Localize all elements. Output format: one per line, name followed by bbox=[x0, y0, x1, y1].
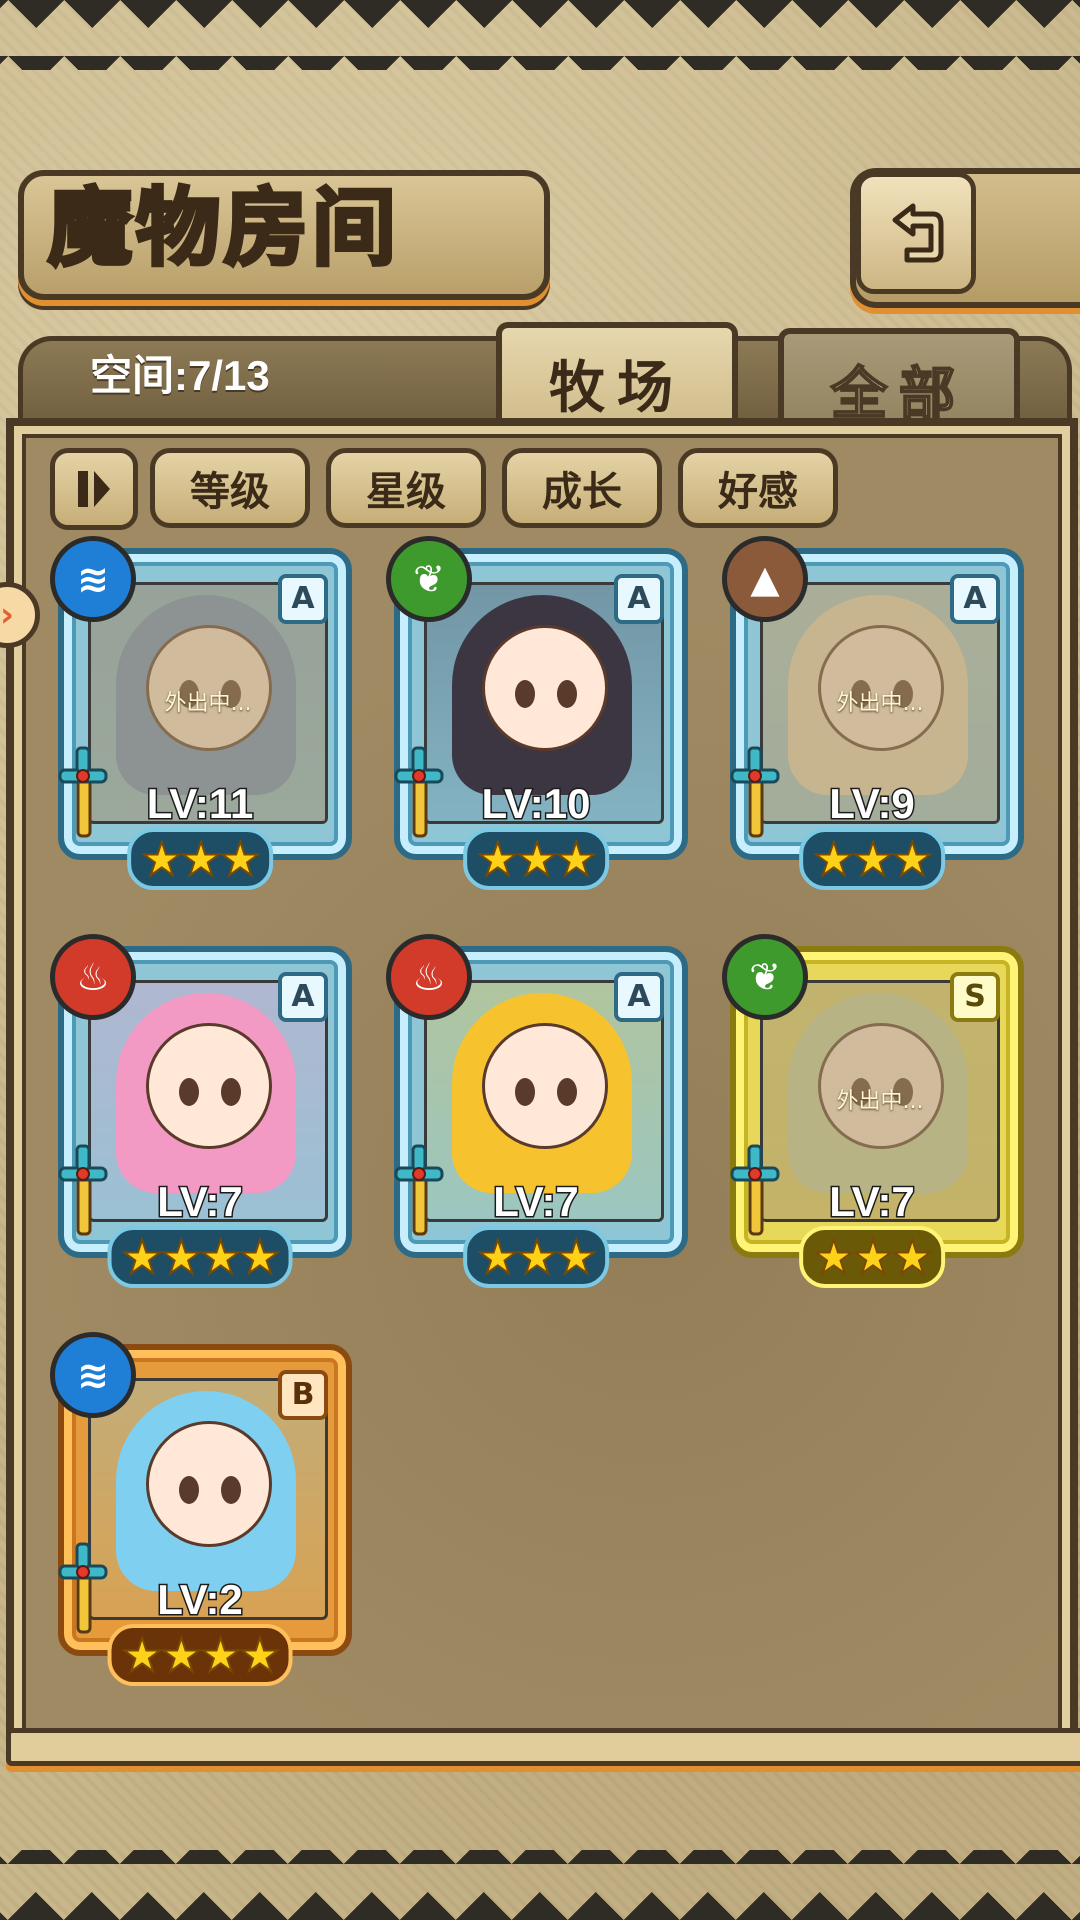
water-wave-icon: ≋ bbox=[50, 1332, 136, 1418]
mountain-icon: ▲ bbox=[722, 536, 808, 622]
leaf-icon: ❦ bbox=[386, 536, 472, 622]
rank-badge: A bbox=[278, 972, 328, 1022]
sort-order-toggle[interactable] bbox=[50, 448, 138, 530]
bottom-zigzag-border bbox=[0, 1850, 1080, 1920]
monster-card[interactable]: 外出中... S ❦ LV:7 ★★★ bbox=[722, 934, 1024, 1288]
rank-badge: B bbox=[278, 1370, 328, 1420]
storage-capacity: 空间:7/13 bbox=[90, 352, 270, 399]
away-status: 外出中... bbox=[836, 1089, 924, 1114]
monster-level: LV:10 bbox=[480, 779, 592, 829]
monster-level: LV:7 bbox=[828, 1177, 917, 1227]
rank-badge: A bbox=[614, 972, 664, 1022]
away-status: 外出中... bbox=[836, 691, 924, 716]
star-rating: ★★★ bbox=[463, 1226, 609, 1288]
monster-card[interactable]: B ≋ LV:2 ★★★★ bbox=[50, 1332, 352, 1686]
back-button[interactable] bbox=[856, 172, 976, 294]
filter-level-button[interactable]: 等级 bbox=[150, 448, 310, 528]
pause-bars-icon bbox=[78, 471, 110, 507]
panel-bottom-bar bbox=[6, 1728, 1080, 1766]
star-rating: ★★★ bbox=[127, 828, 273, 890]
rank-badge: A bbox=[950, 574, 1000, 624]
rank-badge: S bbox=[950, 972, 1000, 1022]
monster-card[interactable]: A ♨ LV:7 ★★★ bbox=[386, 934, 688, 1288]
rank-badge: A bbox=[614, 574, 664, 624]
page-title: 魔物房间 bbox=[46, 176, 401, 279]
monster-card[interactable]: A ♨ LV:7 ★★★★ bbox=[50, 934, 352, 1288]
filter-growth-button[interactable]: 成长 bbox=[502, 448, 662, 528]
leaf-icon: ❦ bbox=[722, 934, 808, 1020]
away-status: 外出中... bbox=[164, 691, 252, 716]
water-wave-icon: ≋ bbox=[50, 536, 136, 622]
monster-level: LV:11 bbox=[145, 779, 255, 829]
monster-card[interactable]: 外出中... A ≋ LV:11 ★★★ bbox=[50, 536, 352, 890]
rank-badge: A bbox=[278, 574, 328, 624]
monster-card[interactable]: 外出中... A ▲ LV:9 ★★★ bbox=[722, 536, 1024, 890]
flame-icon: ♨ bbox=[50, 934, 136, 1020]
monster-level: LV:9 bbox=[828, 779, 917, 829]
star-rating: ★★★★ bbox=[107, 1226, 293, 1288]
star-rating: ★★★ bbox=[799, 1226, 945, 1288]
monster-level: LV:7 bbox=[156, 1177, 245, 1227]
monster-level: LV:7 bbox=[492, 1177, 581, 1227]
flame-icon: ♨ bbox=[386, 934, 472, 1020]
monster-level: LV:2 bbox=[156, 1575, 245, 1625]
star-rating: ★★★★ bbox=[107, 1624, 293, 1686]
top-zigzag-border bbox=[0, 0, 1080, 70]
filter-affection-button[interactable]: 好感 bbox=[678, 448, 838, 528]
filter-star-button[interactable]: 星级 bbox=[326, 448, 486, 528]
monster-card[interactable]: A ❦ LV:10 ★★★ bbox=[386, 536, 688, 890]
return-arrow-icon bbox=[892, 203, 944, 263]
star-rating: ★★★ bbox=[463, 828, 609, 890]
star-rating: ★★★ bbox=[799, 828, 945, 890]
